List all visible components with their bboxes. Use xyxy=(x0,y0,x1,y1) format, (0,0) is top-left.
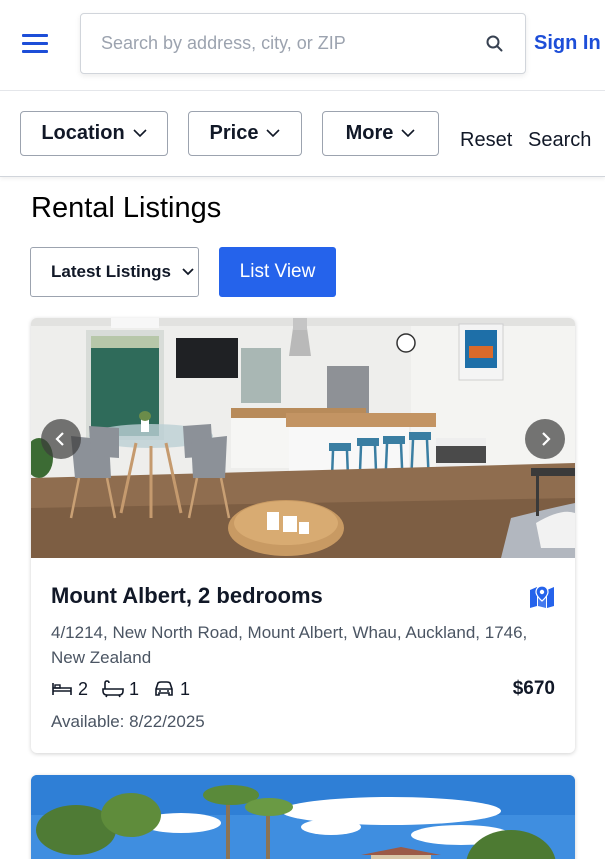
chevron-down-icon xyxy=(133,129,147,138)
listing-card[interactable] xyxy=(31,775,575,859)
sign-in-link[interactable]: Sign In xyxy=(534,32,601,55)
chevron-down-icon xyxy=(266,129,281,138)
top-header: Sign In xyxy=(0,0,605,91)
sort-select-value: Latest Listings xyxy=(51,262,171,281)
price-filter-label: Price xyxy=(209,122,259,144)
house-exterior-photo xyxy=(31,775,575,859)
listing-address: 4/1214, New North Road, Mount Albert, Wh… xyxy=(51,623,528,667)
search-input[interactable] xyxy=(101,14,471,73)
listing-card[interactable]: Mount Albert, 2 bedrooms 4/1214, New Nor… xyxy=(31,318,575,753)
price-filter-button[interactable]: Price xyxy=(188,111,302,156)
menu-icon[interactable] xyxy=(22,34,48,54)
listing-features: 2 1 1 xyxy=(51,678,204,700)
chevron-left-icon xyxy=(55,432,64,446)
bedrooms-count: 2 xyxy=(78,678,89,699)
search-icon[interactable] xyxy=(485,34,505,54)
carousel-prev-button[interactable] xyxy=(41,419,81,459)
parking-feature: 1 xyxy=(153,679,190,700)
search-box xyxy=(80,13,526,74)
parking-count: 1 xyxy=(180,678,191,699)
more-filter-button[interactable]: More xyxy=(322,111,439,156)
filter-bar: Location Price More Reset Search xyxy=(0,91,605,177)
car-icon xyxy=(155,681,173,696)
location-filter-button[interactable]: Location xyxy=(20,111,168,156)
listing-availability: Available: 8/22/2025 xyxy=(51,712,205,731)
bathrooms-feature: 1 xyxy=(102,679,139,700)
bedrooms-feature: 2 xyxy=(51,679,88,700)
carousel-next-button[interactable] xyxy=(525,419,565,459)
search-button[interactable]: Search xyxy=(528,129,591,152)
location-filter-label: Location xyxy=(41,122,125,144)
list-view-button[interactable]: List View xyxy=(219,247,336,297)
bath-icon xyxy=(102,680,124,698)
sort-select[interactable]: Latest Listings xyxy=(30,247,199,297)
page-title: Rental Listings xyxy=(31,192,222,224)
listing-price: $670 xyxy=(512,678,555,699)
chevron-right-icon xyxy=(542,432,551,446)
kitchen-dining-photo xyxy=(31,318,575,558)
map-icon[interactable] xyxy=(529,584,555,608)
chevron-down-icon xyxy=(182,268,194,276)
reset-button[interactable]: Reset xyxy=(460,129,512,152)
listing-photo[interactable] xyxy=(31,318,575,558)
more-filter-label: More xyxy=(345,122,394,144)
chevron-down-icon xyxy=(401,129,415,138)
listing-title[interactable]: Mount Albert, 2 bedrooms xyxy=(51,583,323,609)
bed-icon xyxy=(52,683,72,695)
bathrooms-count: 1 xyxy=(129,678,140,699)
